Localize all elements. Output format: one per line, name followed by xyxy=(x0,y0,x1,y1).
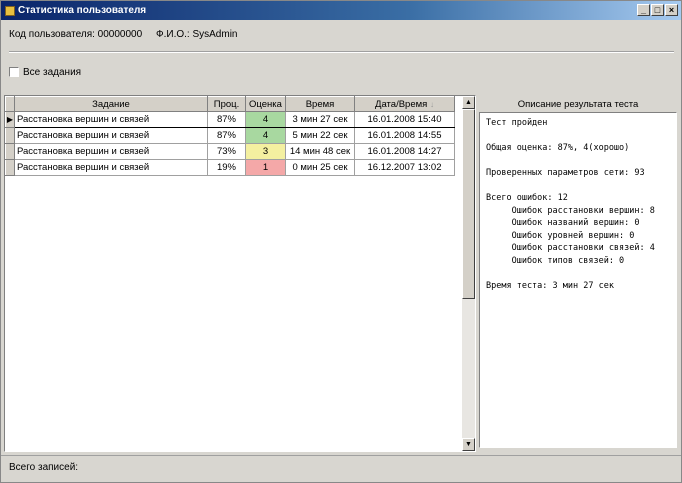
table-row[interactable]: Расстановка вершин и связей 87% 4 5 мин 22 … xyxy=(5,127,455,144)
table-row[interactable]: ▶ Расстановка вершин и связей 87% 4 3 мин 27… xyxy=(5,111,455,128)
maximize-button[interactable]: □ xyxy=(651,4,664,16)
percent-cell: 19% xyxy=(207,159,246,176)
result-line: Общая оценка: 87%, 4(хорошо) xyxy=(486,143,630,153)
result-line xyxy=(486,130,670,143)
fio-label: Ф.И.О.: SysAdmin xyxy=(156,29,238,40)
percent-cell: 87% xyxy=(207,111,246,128)
column-header-percent[interactable]: Проц. xyxy=(207,96,246,112)
sort-icon: ↓ xyxy=(429,99,434,109)
grade-cell: 3 xyxy=(245,143,286,160)
title-bar: Статистика пользователя _ □ × xyxy=(1,1,681,20)
percent-cell: 87% xyxy=(207,127,246,144)
row-indicator: ▶ xyxy=(5,111,15,128)
task-cell: Расстановка вершин и связей xyxy=(14,143,208,160)
column-header-task[interactable]: Задание xyxy=(14,96,208,112)
result-line: Ошибок расстановки вершин: 8 xyxy=(486,205,655,216)
date-cell: 16.01.2008 14:55 xyxy=(354,127,455,144)
result-panel-title: Описание результата теста xyxy=(517,99,639,110)
percent-cell: 73% xyxy=(207,143,246,160)
grade-cell: 4 xyxy=(245,127,286,144)
total-records-label: Всего записей: xyxy=(9,462,79,473)
result-line: Проверенных параметров сети: 93 xyxy=(486,168,645,178)
scroll-up-button[interactable]: ▲ xyxy=(462,96,475,109)
result-line: Время теста: 3 мин 27 сек xyxy=(486,280,614,291)
date-cell: 16.01.2008 15:40 xyxy=(354,111,455,128)
time-cell: 14 мин 48 сек xyxy=(285,143,355,160)
results-grid[interactable]: Задание Проц. Оценка Время Дата/Время ↓ … xyxy=(4,95,476,452)
status-bar: Всего записей: xyxy=(1,455,681,482)
task-cell: Расстановка вершин и связей xyxy=(14,111,208,128)
date-cell: 16.12.2007 13:02 xyxy=(354,159,455,176)
window-title: Статистика пользователя xyxy=(18,5,147,16)
user-code-label: Код пользователя: 00000000 xyxy=(9,29,143,40)
grade-cell: 4 xyxy=(245,111,286,128)
result-description: Тест пройден Общая оценка: 87%, 4(хорошо… xyxy=(479,112,677,448)
indicator-header xyxy=(5,96,15,112)
result-line: Тест пройден xyxy=(486,118,548,128)
result-line: Всего ошибок: 12 xyxy=(486,193,568,203)
close-button[interactable]: × xyxy=(665,4,678,16)
result-line xyxy=(486,180,670,193)
row-indicator xyxy=(5,143,15,160)
vertical-scrollbar[interactable]: ▲ ▼ xyxy=(462,96,475,451)
row-indicator xyxy=(5,127,15,144)
time-cell: 0 мин 25 сек xyxy=(285,159,355,176)
divider xyxy=(9,51,674,53)
result-line: Ошибок названий вершин: 0 xyxy=(486,218,640,228)
table-row[interactable]: Расстановка вершин и связей 19% 1 0 мин 25 … xyxy=(5,159,455,176)
result-line: Ошибок типов связей: 0 xyxy=(486,255,625,266)
date-cell: 16.01.2008 14:27 xyxy=(354,143,455,160)
task-cell: Расстановка вершин и связей xyxy=(14,159,208,176)
result-line xyxy=(486,267,670,280)
scroll-thumb[interactable] xyxy=(462,109,475,299)
column-header-date-label: Дата/Время xyxy=(375,98,428,110)
result-line: Ошибок уровней вершин: 0 xyxy=(486,230,635,241)
row-indicator xyxy=(5,159,15,176)
grade-cell: 1 xyxy=(245,159,286,176)
table-row[interactable]: Расстановка вершин и связей 73% 3 14 мин 48… xyxy=(5,143,455,160)
checkbox-box[interactable] xyxy=(9,67,19,78)
column-header-date[interactable]: Дата/Время ↓ xyxy=(354,96,455,112)
all-tasks-label: Все задания xyxy=(23,67,82,78)
app-icon xyxy=(5,5,15,16)
time-cell: 3 мин 27 сек xyxy=(285,111,355,128)
time-cell: 5 мин 22 сек xyxy=(285,127,355,144)
column-header-grade[interactable]: Оценка xyxy=(245,96,286,112)
scroll-down-button[interactable]: ▼ xyxy=(462,438,475,451)
result-line: Ошибок расстановки связей: 4 xyxy=(486,243,655,253)
result-line xyxy=(486,155,670,168)
all-tasks-checkbox[interactable]: Все задания xyxy=(9,67,81,78)
column-header-time[interactable]: Время xyxy=(285,96,355,112)
task-cell: Расстановка вершин и связей xyxy=(14,127,208,144)
minimize-button[interactable]: _ xyxy=(637,4,650,16)
